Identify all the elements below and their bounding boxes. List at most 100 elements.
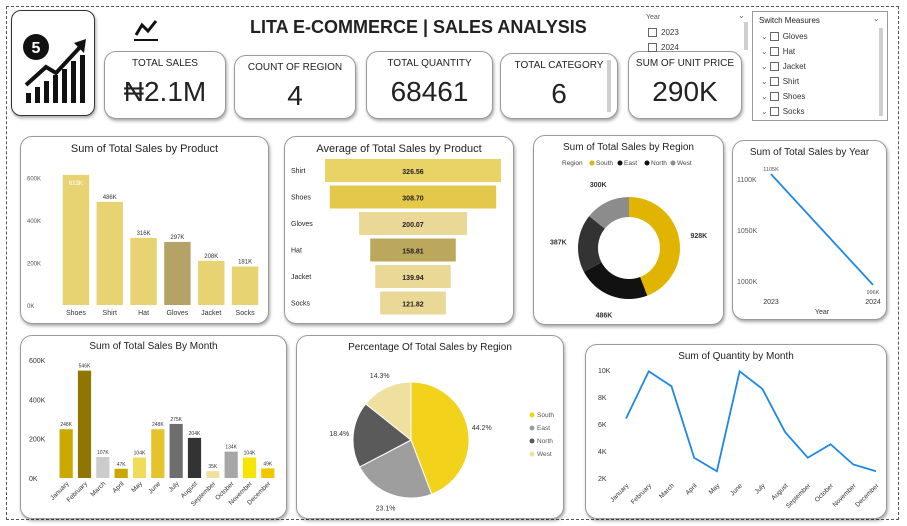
bar — [261, 468, 275, 478]
y-tick-label: 400K — [27, 219, 41, 225]
data-label: 208K — [204, 254, 218, 260]
checkbox-icon[interactable] — [769, 62, 779, 72]
data-label: 35K — [208, 464, 218, 470]
kpi-label: SUM OF UNIT PRICE — [635, 58, 735, 69]
kpi-value: 290K — [652, 76, 718, 107]
legend-marker — [529, 438, 535, 444]
chevron-down-icon[interactable]: ⌄ — [761, 47, 768, 56]
year-option-2024[interactable]: 2024 — [648, 43, 679, 53]
measure-option-gloves[interactable]: ⌄ Gloves — [761, 32, 808, 42]
kpi-total-sales: TOTAL SALES ₦2.1M — [104, 51, 226, 119]
x-tick-label: September — [785, 482, 813, 510]
chart-sales-by-year: Sum of Total Sales by Year 1000K 1050K 110… — [732, 140, 887, 320]
chart-sales-by-product: Sum of Total Sales by Product 0K 200K 400K… — [20, 136, 269, 324]
legend-title: Region — [562, 160, 583, 167]
data-label: 47K — [117, 462, 127, 468]
category-label: Hat — [291, 248, 302, 255]
y-tick-label: 4K — [598, 449, 607, 456]
x-tick-label: February — [66, 480, 90, 504]
x-tick-label: 2023 — [763, 299, 779, 306]
measure-option-label: Hat — [782, 47, 796, 56]
chevron-down-icon[interactable]: ⌄ — [761, 92, 768, 101]
y-tick-label: 8K — [598, 395, 607, 402]
data-label: 326.56 — [402, 169, 424, 176]
kpi-scrollbar[interactable] — [607, 60, 611, 112]
measure-option-socks[interactable]: ⌄ Socks — [761, 107, 805, 117]
category-label: Shoes — [291, 195, 311, 202]
bar — [130, 237, 157, 305]
x-tick-label: June — [729, 482, 744, 497]
data-label: 121.82 — [402, 302, 424, 309]
y-tick-label: 1100K — [737, 177, 757, 184]
y-tick-label: 200K — [27, 262, 41, 268]
sales-by-month-chart: 0K200K400K600K248KJanuary546KFebruary107… — [29, 358, 275, 508]
chart-average-sales-by-product: Average of Total Sales by Product 326.56… — [284, 136, 514, 324]
y-tick-label: 10K — [598, 368, 611, 375]
data-label: 486K — [103, 195, 117, 201]
bar — [77, 370, 92, 478]
chevron-down-icon[interactable]: ⌄ — [761, 107, 768, 116]
donut-slice — [583, 262, 648, 299]
legend-marker — [529, 425, 535, 431]
kpi-label: TOTAL CATEGORY — [514, 60, 604, 71]
measure-option-jacket[interactable]: ⌄ Jacket — [761, 62, 806, 72]
data-label: 200.07 — [402, 222, 424, 229]
checkbox-icon[interactable] — [769, 107, 779, 117]
chevron-down-icon[interactable]: ⌄ — [761, 32, 768, 41]
checkbox-icon[interactable] — [769, 47, 779, 57]
data-label: 23.1% — [376, 505, 396, 512]
kpi-count-of-region: COUNT OF REGION 4 — [234, 55, 356, 119]
data-label: 158.81 — [402, 249, 424, 256]
legend-label: North — [651, 160, 667, 167]
year-slicer-chevron-icon[interactable]: ⌄ — [738, 11, 745, 20]
bar — [114, 468, 128, 478]
data-label: 996K — [867, 290, 880, 296]
chart-pct-sales-by-region: Percentage Of Total Sales by Region 44.2… — [296, 335, 564, 519]
data-label: 18.4% — [329, 431, 349, 438]
year-option-label: 2023 — [661, 28, 679, 37]
x-tick-label: April — [111, 480, 126, 495]
bar — [62, 174, 90, 305]
measure-option-shirt[interactable]: ⌄ Shirt — [761, 77, 799, 87]
chevron-down-icon[interactable]: ⌄ — [761, 62, 768, 71]
legend-label: West — [537, 451, 552, 458]
y-tick-label: 200K — [29, 437, 46, 444]
legend-label: West — [677, 160, 692, 167]
checkbox-icon[interactable] — [769, 32, 779, 42]
kpi-sum-of-unit-price: SUM OF UNIT PRICE 290K — [628, 51, 742, 119]
switch-measures-chevron-icon[interactable]: ⌄ — [873, 14, 880, 23]
data-label: 300K — [590, 182, 607, 189]
legend-label: North — [537, 438, 553, 445]
y-tick-label: 6K — [598, 422, 607, 429]
year-slicer-scrollbar[interactable] — [744, 22, 748, 50]
data-label: 44.2% — [472, 425, 492, 432]
legend-label: South — [537, 412, 554, 419]
data-label: 248K — [60, 422, 72, 428]
x-axis-label: Year — [815, 309, 830, 316]
measure-option-shoes[interactable]: ⌄ Shoes — [761, 92, 806, 102]
x-tick-label: Gloves — [167, 310, 189, 317]
legend-label: East — [624, 160, 637, 167]
switch-measures-scrollbar[interactable] — [879, 28, 883, 116]
year-option-2023[interactable]: 2023 — [648, 28, 679, 38]
x-tick-label: Shirt — [103, 310, 117, 317]
legend-marker — [644, 160, 650, 166]
measure-option-hat[interactable]: ⌄ Hat — [761, 47, 796, 57]
data-label: 297K — [170, 235, 184, 241]
checkbox-icon[interactable] — [648, 43, 657, 53]
y-tick-label: 1000K — [737, 279, 758, 286]
x-tick-label: March — [90, 480, 108, 498]
chevron-down-icon[interactable]: ⌄ — [761, 77, 768, 86]
bar — [206, 471, 220, 478]
bar — [164, 241, 191, 305]
checkbox-icon[interactable] — [769, 92, 779, 102]
data-label: 204K — [189, 431, 201, 437]
checkbox-icon[interactable] — [769, 77, 779, 87]
checkbox-icon[interactable] — [648, 28, 657, 38]
x-tick-label: July — [754, 482, 768, 496]
kpi-value: 68461 — [390, 76, 469, 107]
kpi-value: 4 — [287, 80, 303, 111]
measure-option-label: Gloves — [782, 32, 808, 41]
legend-label: East — [537, 425, 550, 432]
measure-option-label: Shoes — [782, 92, 806, 101]
